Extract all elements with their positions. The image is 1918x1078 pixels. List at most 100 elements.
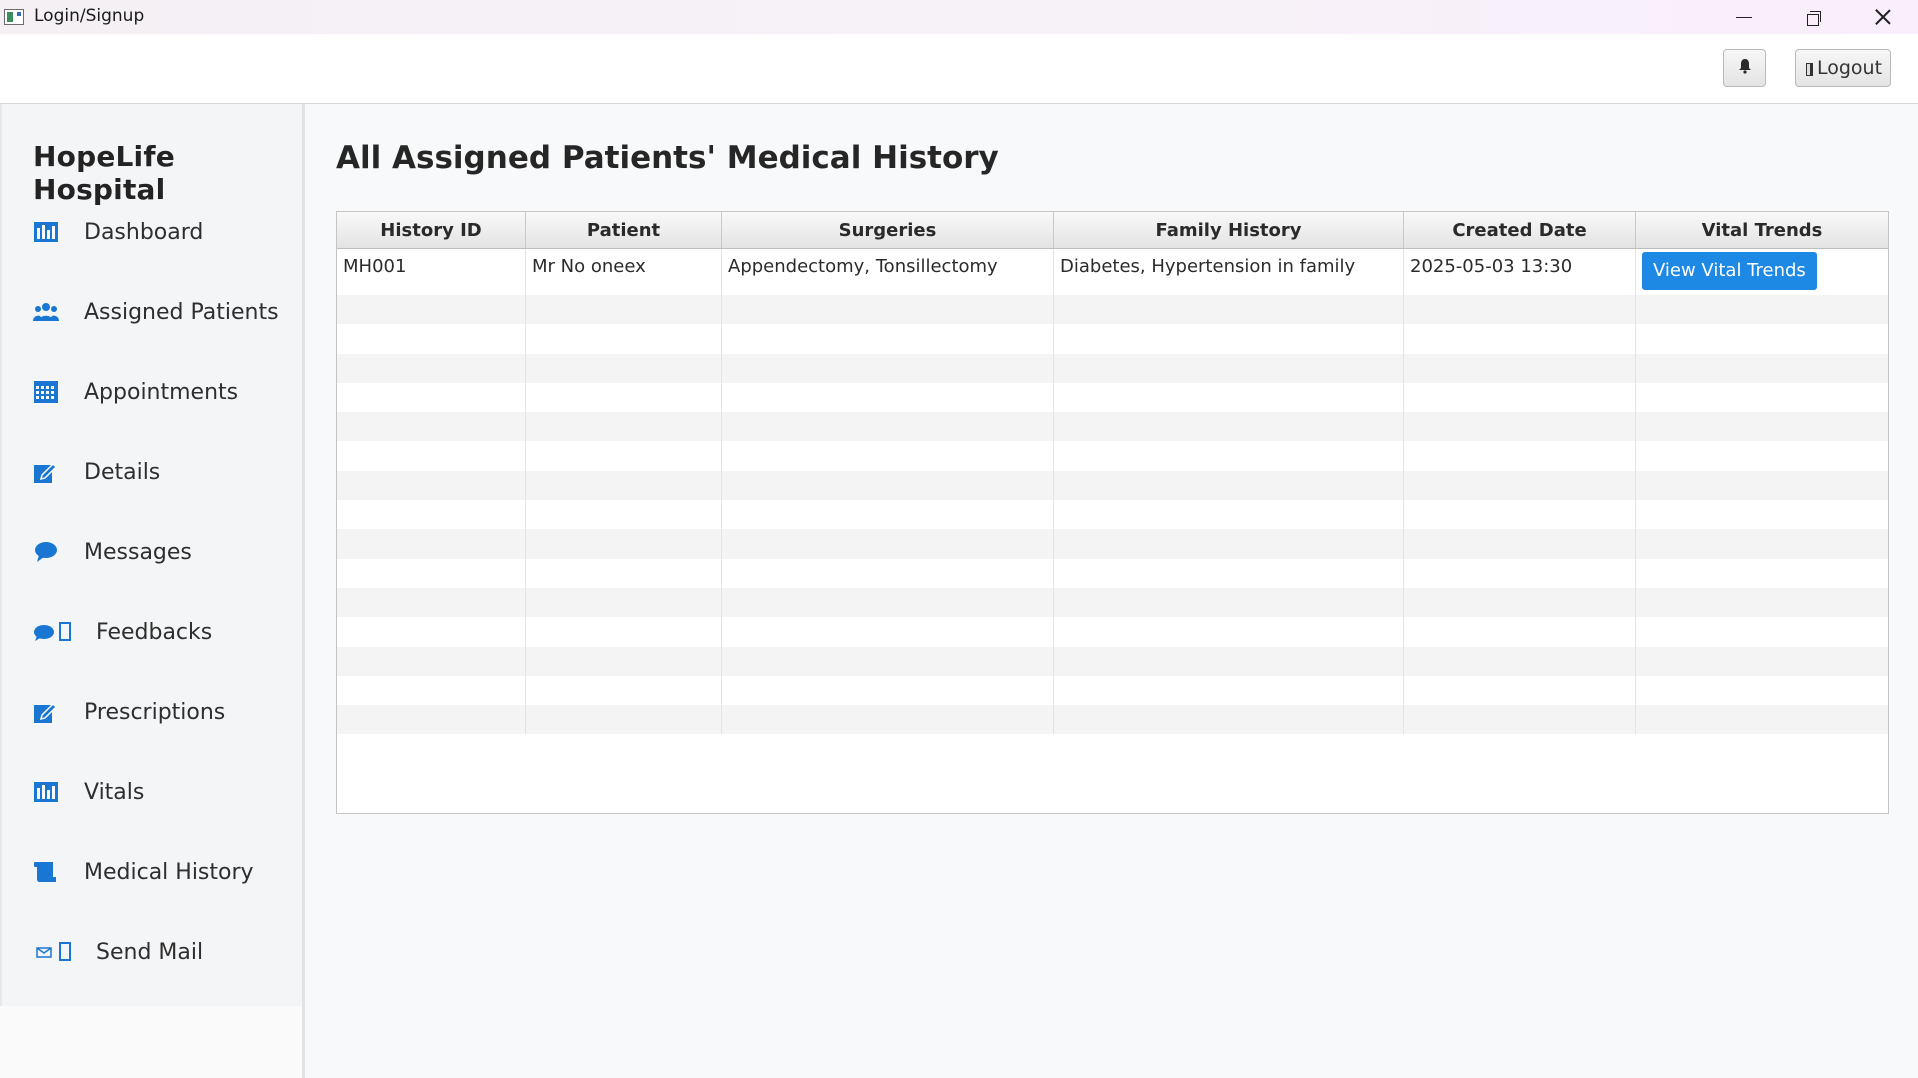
- empty-cell: [526, 587, 722, 618]
- empty-cell: [722, 500, 1054, 530]
- empty-cell: [526, 441, 722, 471]
- empty-cell: [1636, 471, 1888, 500]
- empty-cell: [1636, 295, 1888, 324]
- empty-cell: [722, 529, 1054, 559]
- cell-history-id: MH001: [337, 249, 526, 295]
- restore-icon: [1806, 10, 1821, 26]
- empty-cell: [1404, 412, 1636, 442]
- empty-cell: [337, 705, 526, 735]
- hospital-name: HopeLife Hospital: [33, 140, 175, 206]
- column-header-history-id[interactable]: History ID: [337, 212, 526, 248]
- empty-cell: [337, 675, 526, 706]
- empty-table-row: [337, 324, 1888, 354]
- empty-cell: [337, 470, 526, 501]
- bar-chart-icon: [32, 219, 60, 245]
- empty-table-row: [337, 675, 1888, 706]
- column-header-vital-trends[interactable]: Vital Trends: [1636, 212, 1888, 248]
- empty-cell: [1054, 646, 1404, 676]
- minimize-button[interactable]: [1709, 0, 1779, 34]
- sidebar-item-vitals[interactable]: Vitals: [32, 772, 144, 812]
- notifications-button[interactable]: [1723, 49, 1766, 87]
- minimize-icon: [1736, 16, 1752, 18]
- empty-cell: [526, 617, 722, 647]
- sidebar-item-messages[interactable]: Messages: [32, 532, 192, 572]
- empty-cell: [722, 558, 1054, 588]
- empty-cell: [1636, 559, 1888, 588]
- medical-history-table[interactable]: History ID Patient Surgeries Family Hist…: [336, 211, 1889, 814]
- empty-cell: [526, 675, 722, 706]
- empty-table-row: [337, 587, 1888, 618]
- edit-icon: [32, 699, 60, 725]
- sidebar-item-label: Messages: [84, 539, 192, 565]
- empty-cell: [337, 587, 526, 618]
- sidebar-item-prescriptions[interactable]: Prescriptions: [32, 692, 225, 732]
- cell-surgeries: Appendectomy, Tonsillectomy: [722, 249, 1054, 295]
- empty-cell: [526, 646, 722, 676]
- empty-cell: [526, 529, 722, 559]
- empty-table-row: [337, 646, 1888, 676]
- sidebar-item-send-mail[interactable]: Send Mail: [32, 932, 203, 972]
- close-button[interactable]: [1848, 0, 1918, 34]
- view-vital-trends-button[interactable]: View Vital Trends: [1642, 252, 1817, 290]
- empty-cell: [1404, 617, 1636, 647]
- column-header-surgeries[interactable]: Surgeries: [722, 212, 1054, 248]
- empty-cell: [1054, 675, 1404, 706]
- empty-cell: [526, 470, 722, 501]
- empty-table-row: [337, 705, 1888, 735]
- sidebar-item-dashboard[interactable]: Dashboard: [32, 212, 203, 252]
- empty-cell: [526, 500, 722, 530]
- sidebar-item-details[interactable]: Details: [32, 452, 160, 492]
- empty-cell: [526, 324, 722, 354]
- feedback-icon: [32, 619, 74, 645]
- empty-cell: [526, 558, 722, 588]
- sidebar-item-label: Dashboard: [84, 219, 204, 245]
- chat-bubble-icon: [32, 539, 60, 565]
- empty-cell: [1636, 705, 1888, 734]
- restore-button[interactable]: [1778, 0, 1848, 34]
- empty-cell: [1636, 617, 1888, 646]
- empty-cell: [1054, 382, 1404, 413]
- empty-cell: [1636, 441, 1888, 470]
- empty-cell: [1636, 529, 1888, 558]
- sidebar-item-label: Vitals: [84, 779, 145, 805]
- main-content: All Assigned Patients' Medical History H…: [305, 104, 1918, 1078]
- empty-cell: [1636, 354, 1888, 383]
- empty-table-row: [337, 500, 1888, 530]
- cell-vital-trends: View Vital Trends: [1636, 249, 1888, 295]
- close-icon: [1874, 8, 1892, 26]
- sidebar-item-label: Details: [84, 459, 161, 485]
- page-title: All Assigned Patients' Medical History: [336, 140, 999, 176]
- sidebar: HopeLife Hospital Dashboard Assigned Pat…: [0, 104, 305, 1078]
- empty-cell: [1054, 295, 1404, 325]
- empty-cell: [722, 646, 1054, 676]
- sidebar-item-label: Assigned Patients: [84, 299, 279, 325]
- empty-cell: [1636, 412, 1888, 441]
- column-header-family-history[interactable]: Family History: [1054, 212, 1404, 248]
- empty-cell: [722, 353, 1054, 383]
- cell-family-history: Diabetes, Hypertension in family: [1054, 249, 1404, 295]
- empty-cell: [1404, 470, 1636, 501]
- sidebar-item-appointments[interactable]: Appointments: [32, 372, 238, 412]
- empty-cell: [1404, 295, 1636, 325]
- empty-cell: [1404, 382, 1636, 413]
- empty-table-row: [337, 353, 1888, 383]
- empty-cell: [337, 382, 526, 413]
- sidebar-item-label: Medical History: [84, 859, 254, 885]
- empty-cell: [337, 500, 526, 530]
- column-header-created-date[interactable]: Created Date: [1404, 212, 1636, 248]
- empty-cell: [1404, 529, 1636, 559]
- mail-icon: [32, 939, 74, 965]
- empty-cell: [1636, 383, 1888, 412]
- empty-cell: [1636, 588, 1888, 617]
- sidebar-item-assigned-patients[interactable]: Assigned Patients: [32, 292, 279, 332]
- empty-cell: [526, 412, 722, 442]
- sidebar-item-medical-history[interactable]: Medical History: [32, 852, 254, 892]
- empty-cell: [722, 412, 1054, 442]
- logout-label: Logout: [1816, 57, 1883, 79]
- sidebar-item-feedbacks[interactable]: Feedbacks: [32, 612, 212, 652]
- table-row[interactable]: MH001 Mr No oneex Appendectomy, Tonsille…: [337, 249, 1888, 295]
- empty-cell: [722, 441, 1054, 471]
- empty-table-row: [337, 295, 1888, 325]
- column-header-patient[interactable]: Patient: [526, 212, 722, 248]
- logout-button[interactable]: Logout: [1795, 49, 1891, 87]
